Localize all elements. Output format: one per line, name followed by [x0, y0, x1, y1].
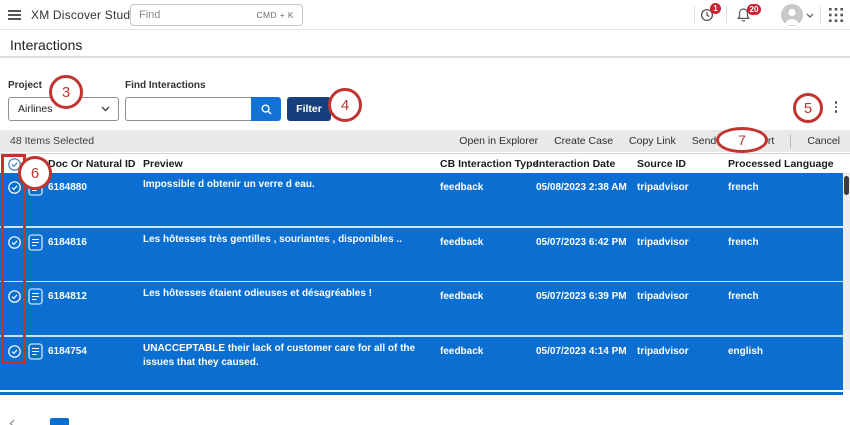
search-icon: [261, 104, 272, 115]
cell-source: tripadvisor: [637, 182, 689, 193]
hamburger-menu-icon[interactable]: [8, 10, 21, 20]
cell-date: 05/08/2023 2:38 AM: [536, 182, 627, 193]
more-options-kebab-icon[interactable]: [831, 99, 841, 115]
find-interactions-group: [125, 97, 281, 121]
xm-discover-studio-app: XM Discover Studio Find CMD + K 1 20: [0, 0, 850, 425]
find-interactions-input[interactable]: [125, 97, 251, 121]
table-scrollbar[interactable]: [843, 173, 850, 390]
column-header-type[interactable]: CB Interaction Type: [440, 158, 538, 170]
items-selected-count: 48 Items Selected: [10, 135, 94, 147]
annotation-number-4: 4: [341, 97, 349, 114]
open-in-explorer-action[interactable]: Open in Explorer: [459, 135, 538, 147]
avatar-chevron-down-icon[interactable]: [806, 13, 814, 18]
interactions-table-body: 6184880 Impossible d obtenir un verre d …: [0, 173, 843, 390]
table-header: Doc Or Natural ID Preview CB Interaction…: [0, 153, 850, 173]
copy-link-action[interactable]: Copy Link: [629, 135, 676, 147]
global-search-placeholder: Find: [139, 9, 160, 21]
export-action[interactable]: Export: [744, 135, 774, 147]
title-divider: [0, 56, 850, 58]
cell-type: feedback: [440, 182, 483, 193]
cell-date: 05/07/2023 4:14 PM: [536, 346, 627, 357]
cell-source: tripadvisor: [637, 346, 689, 357]
cell-date: 05/07/2023 6:39 PM: [536, 291, 627, 302]
project-select[interactable]: Airlines: [8, 97, 119, 121]
select-all-check-circle-icon[interactable]: [8, 158, 21, 171]
cell-doc-id: 6184754: [48, 346, 87, 357]
cell-preview: UNACCEPTABLE their lack of customer care…: [143, 342, 435, 370]
table-row[interactable]: 6184816 Les hôtesses très gentilles , so…: [0, 228, 843, 281]
topbar-divider: [694, 6, 695, 24]
document-icon[interactable]: [28, 234, 43, 251]
table-row[interactable]: 6184880 Impossible d obtenir un verre d …: [0, 173, 843, 226]
history-badge: 1: [710, 3, 721, 14]
column-header-date[interactable]: Interaction Date: [536, 158, 615, 170]
table-row[interactable]: 6184812 Les hôtesses étaient odieuses et…: [0, 282, 843, 335]
document-icon[interactable]: [28, 343, 43, 360]
row-check-circle-icon[interactable]: [8, 345, 21, 358]
row-check-circle-icon[interactable]: [8, 236, 21, 249]
find-interactions-search-button[interactable]: [251, 97, 281, 121]
pagination-prev-icon[interactable]: [8, 419, 17, 425]
cell-doc-id: 6184812: [48, 291, 87, 302]
column-header-language[interactable]: Processed Language: [728, 158, 834, 170]
send-to-action[interactable]: Send to: [692, 135, 728, 147]
page-title: Interactions: [10, 37, 82, 53]
cell-type: feedback: [440, 291, 483, 302]
row-check-circle-icon[interactable]: [8, 290, 21, 303]
app-grid-waffle-icon[interactable]: [829, 8, 843, 22]
cell-doc-id: 6184816: [48, 237, 87, 248]
document-icon[interactable]: [28, 179, 43, 196]
cell-language: french: [728, 237, 759, 248]
cell-type: feedback: [440, 237, 483, 248]
actions-divider: [790, 135, 791, 148]
column-header-preview[interactable]: Preview: [143, 158, 183, 170]
bulk-actions-bar: 48 Items Selected Open in Explorer Creat…: [0, 130, 850, 152]
topbar-divider: [726, 6, 727, 24]
filter-button[interactable]: Filter: [287, 97, 331, 121]
column-header-doc-id[interactable]: Doc Or Natural ID: [48, 158, 136, 170]
pagination-page-button[interactable]: [50, 418, 69, 425]
global-search-input[interactable]: Find CMD + K: [130, 4, 303, 26]
topbar-divider: [820, 6, 821, 24]
cell-preview: Les hôtesses très gentilles , souriantes…: [143, 233, 435, 247]
document-icon[interactable]: [28, 288, 43, 305]
row-check-circle-icon[interactable]: [8, 181, 21, 194]
project-label: Project: [8, 80, 42, 91]
cell-language: english: [728, 346, 763, 357]
top-bar: XM Discover Studio Find CMD + K 1 20: [0, 0, 850, 30]
cell-date: 05/07/2023 6:42 PM: [536, 237, 627, 248]
cell-source: tripadvisor: [637, 237, 689, 248]
cell-doc-id: 6184880: [48, 182, 87, 193]
table-row[interactable]: 6184754 UNACCEPTABLE their lack of custo…: [0, 337, 843, 390]
user-avatar[interactable]: [781, 4, 803, 26]
column-header-source[interactable]: Source ID: [637, 158, 686, 170]
cell-language: french: [728, 291, 759, 302]
global-search-shortcut: CMD + K: [256, 10, 294, 20]
cell-preview: Les hôtesses étaient odieuses et désagré…: [143, 287, 435, 301]
next-row-peek: [0, 392, 843, 395]
annotation-circle-5: 5: [793, 93, 823, 123]
cancel-action[interactable]: Cancel: [807, 135, 840, 147]
annotation-number-5: 5: [804, 100, 812, 117]
app-brand-title: XM Discover Studio: [31, 0, 140, 30]
notifications-badge: 20: [747, 4, 761, 15]
annotation-circle-4: 4: [328, 88, 362, 122]
create-case-action[interactable]: Create Case: [554, 135, 613, 147]
project-select-value: Airlines: [18, 103, 52, 115]
cell-type: feedback: [440, 346, 483, 357]
cell-preview: Impossible d obtenir un verre d eau.: [143, 178, 435, 192]
bulk-actions: Open in Explorer Create Case Copy Link S…: [459, 135, 840, 148]
table-scrollbar-thumb[interactable]: [844, 176, 849, 195]
find-interactions-label: Find Interactions: [125, 80, 206, 91]
cell-source: tripadvisor: [637, 291, 689, 302]
select-chevron-down-icon: [101, 106, 110, 112]
cell-language: french: [728, 182, 759, 193]
